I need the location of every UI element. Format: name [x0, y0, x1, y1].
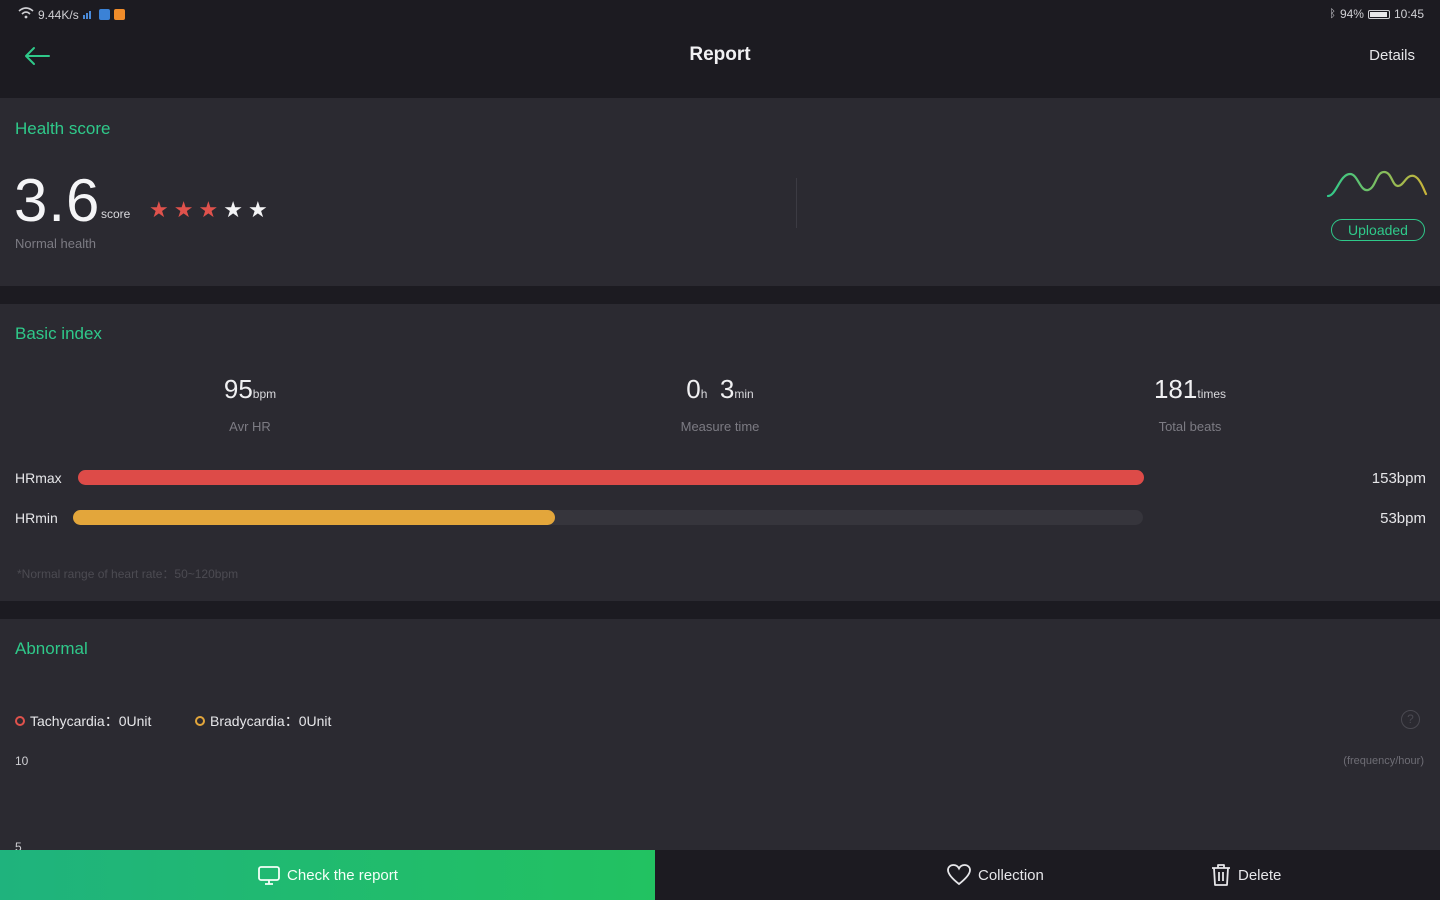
score-unit: score [101, 207, 131, 221]
bradycardia-label: Bradycardia：0Unit [210, 713, 332, 729]
clock: 10:45 [1393, 7, 1424, 21]
hr-min-label: HRmin [15, 510, 58, 526]
tachycardia-legend: Tachycardia：0Unit [15, 711, 151, 731]
tachycardia-label: Tachycardia：0Unit [30, 713, 152, 729]
avg-hr-unit: bpm [252, 387, 277, 401]
status-bar: 9.44K/s ᛒ 94% 10:45 [0, 0, 1440, 28]
bottom-action-bar: Check the report Collection Delete [0, 850, 1440, 900]
bluetooth-icon: ᛒ [1329, 8, 1336, 20]
axis-unit: (frequency/hour) [1343, 755, 1424, 767]
monitor-icon [258, 866, 280, 885]
help-icon[interactable]: ? [1401, 710, 1420, 729]
heart-icon [947, 864, 971, 886]
measure-hours-value: 0 [686, 374, 701, 404]
wifi-icon [18, 7, 34, 22]
check-report-label: Check the report [287, 866, 398, 884]
star-icon: ★ [223, 197, 243, 222]
status-left: 9.44K/s [18, 7, 125, 22]
hr-max-bar [78, 470, 1144, 485]
avg-hr-value: 95 [223, 374, 253, 404]
app-notification-icon [98, 9, 110, 20]
uploaded-badge: Uploaded [1331, 219, 1425, 241]
basic-index-title: Basic index [15, 324, 102, 343]
signal-icon [82, 8, 95, 22]
total-beats-metric: 181times Total beats [1060, 374, 1320, 434]
tachycardia-dot-icon [15, 716, 25, 726]
battery-percent: 94% [1339, 7, 1364, 21]
avg-hr-metric: 95bpm Avr HR [120, 374, 380, 434]
hr-min-value: 53bpm [1380, 510, 1426, 527]
measure-time-label: Measure time [680, 419, 760, 434]
trash-icon [1212, 864, 1230, 886]
hr-max-label: HRmax [15, 470, 62, 486]
star-icon: ★ [149, 197, 169, 222]
ecg-wave-icon [1326, 170, 1428, 198]
measure-hours-unit: h [700, 387, 708, 401]
hr-min-bar-fill [73, 510, 555, 525]
heart-rate-footnote: *Normal range of heart rate：50~120bpm [17, 567, 239, 581]
check-report-button[interactable]: Check the report [0, 850, 655, 900]
network-speed: 9.44K/s [38, 7, 79, 22]
details-link[interactable]: Details [1369, 47, 1415, 64]
abnormal-title: Abnormal [15, 639, 88, 658]
delete-label: Delete [1238, 866, 1282, 884]
battery-icon [1367, 9, 1390, 19]
delete-button[interactable]: Delete [1210, 850, 1281, 900]
star-icon: ★ [198, 197, 219, 222]
collection-label: Collection [978, 866, 1044, 884]
measure-minutes-unit: min [734, 387, 754, 401]
collection-button[interactable]: Collection [946, 850, 1044, 900]
hr-max-value: 153bpm [1371, 470, 1426, 487]
total-beats-unit: times [1197, 387, 1227, 401]
app-bar: Report Details [0, 28, 1440, 84]
hr-max-bar-fill [78, 470, 1144, 485]
status-right: ᛒ 94% 10:45 [1329, 7, 1424, 21]
health-score-title: Health score [15, 119, 111, 138]
bradycardia-legend: Bradycardia：0Unit [195, 711, 331, 731]
score-status: Normal health [15, 236, 96, 251]
score-value: 3.6 [14, 167, 101, 234]
measure-minutes-value: 3 [719, 374, 735, 404]
basic-index-card: Basic index 95bpm Avr HR 0h 3min Measure… [0, 304, 1440, 601]
page-title: Report [689, 44, 751, 65]
star-icon: ★ [173, 197, 194, 222]
measure-time-metric: 0h 3min Measure time [590, 374, 850, 434]
divider [796, 178, 797, 228]
avg-hr-label: Avr HR [229, 419, 271, 434]
total-beats-value: 181 [1153, 374, 1198, 404]
bradycardia-dot-icon [195, 716, 205, 726]
total-beats-label: Total beats [1158, 419, 1222, 434]
health-score-card: Health score 3.6 score ★ ★ ★ ★ ★ Normal … [0, 98, 1440, 286]
abnormal-card: Abnormal Tachycardia：0Unit Bradycardia：0… [0, 619, 1440, 854]
star-icon: ★ [247, 197, 268, 222]
star-rating: ★ ★ ★ ★ ★ [149, 199, 268, 221]
hr-min-bar [73, 510, 1143, 525]
app-notification-icon [113, 9, 125, 20]
axis-tick-10: 10 [15, 754, 29, 768]
